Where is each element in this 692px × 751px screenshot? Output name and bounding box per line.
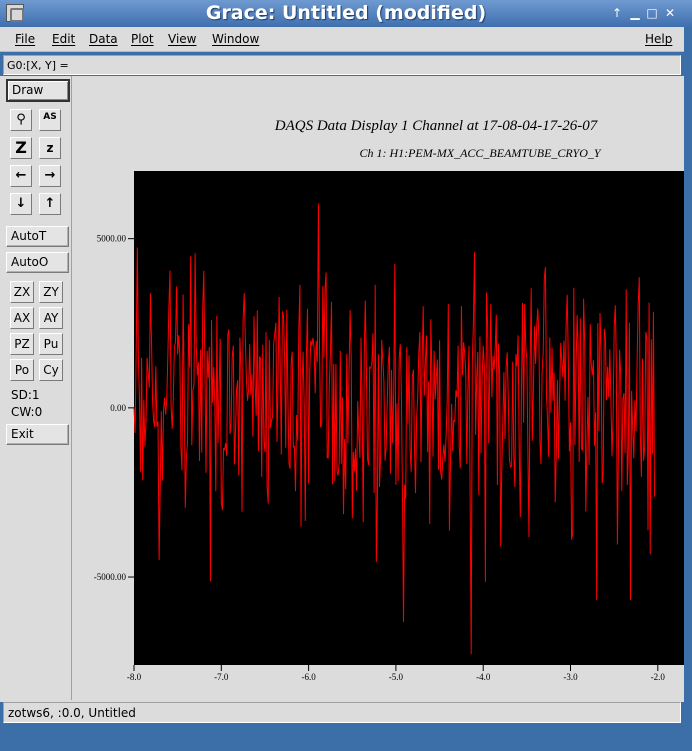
plot-canvas[interactable]: DAQS Data Display 1 Channel at 17-08-04-…: [77, 79, 684, 700]
menu-view[interactable]: View: [168, 32, 196, 46]
up-arrow-icon[interactable]: ↑: [39, 193, 61, 215]
menu-data[interactable]: Data: [89, 32, 118, 46]
pu-button[interactable]: Pu: [39, 333, 63, 355]
menu-plot[interactable]: Plot: [131, 32, 154, 46]
left-arrow-icon[interactable]: ←: [10, 165, 32, 187]
menu-window[interactable]: Window: [212, 32, 259, 46]
up-arrow-icon[interactable]: ↑: [610, 6, 624, 20]
x-tick-label: -7.0: [214, 672, 229, 682]
draw-button[interactable]: Draw: [6, 79, 70, 102]
tool-panel: Draw ⚲ AS Z z ← → ↓ ↑ AutoT AutoO ZX ZY …: [3, 76, 72, 700]
menu-file[interactable]: File: [15, 32, 35, 46]
zy-button[interactable]: ZY: [39, 281, 63, 303]
x-tick-label: -3.0: [563, 672, 578, 682]
zoom-in-z-icon[interactable]: Z: [10, 137, 32, 159]
x-tick-label: -2.0: [651, 672, 666, 682]
menubar: File Edit Data Plot View Window Help: [0, 27, 684, 52]
zoom-out-z-icon[interactable]: z: [39, 137, 61, 159]
menu-edit[interactable]: Edit: [52, 32, 75, 46]
desktop-background: [0, 724, 692, 751]
maximize-icon[interactable]: □: [645, 6, 659, 20]
locator-readout: G0:[X, Y] =: [3, 55, 681, 75]
ax-button[interactable]: AX: [10, 307, 34, 329]
close-icon[interactable]: ✕: [663, 6, 677, 20]
cw-readout: CW:0: [11, 405, 43, 419]
zoom-magnifier-icon[interactable]: ⚲: [10, 109, 32, 131]
x-tick-label: -8.0: [127, 672, 142, 682]
right-arrow-icon[interactable]: →: [39, 165, 61, 187]
autoo-button[interactable]: AutoO: [6, 252, 69, 273]
autot-button[interactable]: AutoT: [6, 226, 69, 247]
status-bar: zotws6, :0.0, Untitled: [3, 702, 681, 723]
x-tick-label: -6.0: [301, 672, 316, 682]
po-button[interactable]: Po: [10, 359, 34, 381]
pz-button[interactable]: PZ: [10, 333, 34, 355]
x-tick-label: -5.0: [389, 672, 404, 682]
menu-help[interactable]: Help: [645, 32, 672, 46]
zx-button[interactable]: ZX: [10, 281, 34, 303]
sd-readout: SD:1: [11, 388, 40, 402]
window-title: Grace: Untitled (modified): [205, 2, 487, 24]
window-edge: [684, 27, 692, 751]
autoscale-text-icon[interactable]: AS: [39, 109, 61, 131]
y-tick-label: 5000.00: [97, 234, 127, 244]
exit-button[interactable]: Exit: [6, 424, 69, 445]
ay-button[interactable]: AY: [39, 307, 63, 329]
y-tick-label: -5000.00: [94, 572, 127, 582]
down-arrow-icon[interactable]: ↓: [10, 193, 32, 215]
window-titlebar[interactable]: Grace: Untitled (modified) ↑ ▁ □ ✕: [0, 0, 692, 27]
cy-button[interactable]: Cy: [39, 359, 63, 381]
y-tick-label: 0.00: [110, 403, 126, 413]
x-tick-label: -4.0: [476, 672, 491, 682]
chart-title: DAQS Data Display 1 Channel at 17-08-04-…: [274, 118, 599, 134]
minimize-icon[interactable]: ▁: [628, 6, 642, 20]
chart-subtitle: Ch 1: H1:PEM-MX_ACC_BEAMTUBE_CRYO_Y: [359, 146, 601, 160]
chart-svg[interactable]: DAQS Data Display 1 Channel at 17-08-04-…: [77, 79, 684, 700]
